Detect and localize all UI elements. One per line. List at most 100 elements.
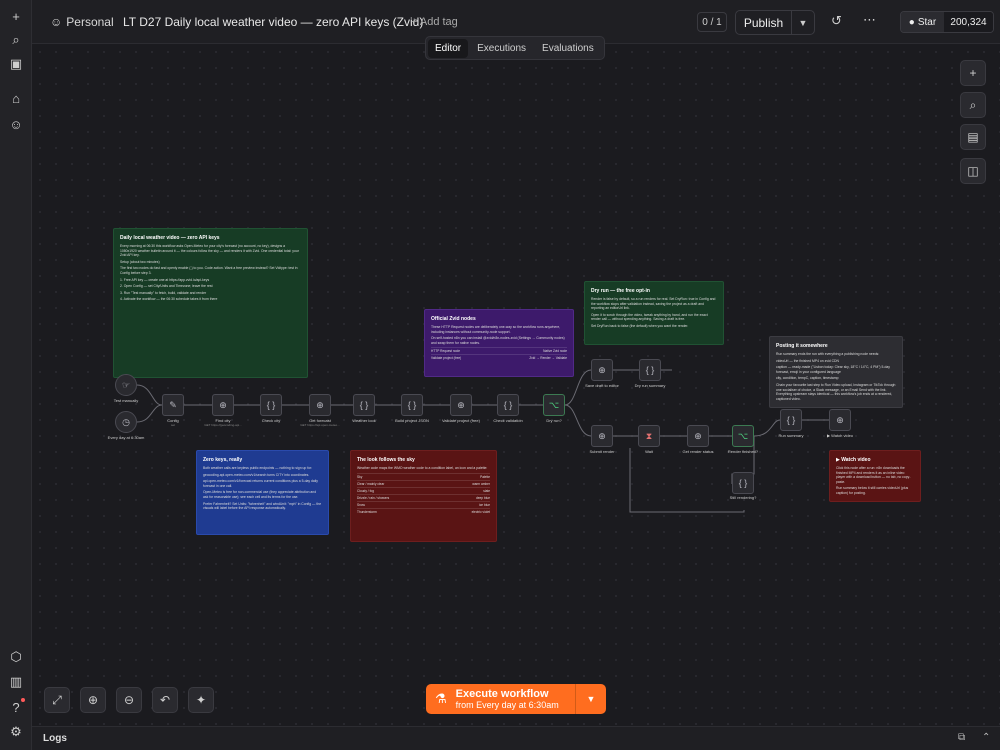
node-get-render-status[interactable]: ⊕ — [687, 425, 709, 447]
user-icon: ☺ — [50, 15, 63, 29]
github-icon: ● — [908, 16, 915, 28]
sticky-look-follows-sky[interactable]: The look follows the sky Weather code ma… — [350, 450, 497, 542]
side-panel-icon[interactable]: ◫ — [960, 158, 986, 184]
search-icon[interactable]: ⌕ — [960, 92, 986, 118]
sticky-line: Click this node after a run: n8n downloa… — [836, 466, 911, 484]
node-check-city[interactable]: { } — [260, 394, 282, 416]
sticky-main-overview[interactable]: Daily local weather video — zero API key… — [113, 228, 308, 378]
table-row: Cloudy / fog slate — [357, 486, 490, 493]
globe-icon: ⊕ — [836, 414, 844, 425]
node-run-summary[interactable]: { } — [780, 409, 802, 431]
sticky-watch-video[interactable]: ▶ Watch video Click this node after a ru… — [829, 450, 921, 502]
add-tag-button[interactable]: + Add tag — [411, 16, 458, 28]
search-icon[interactable]: ⌕ — [6, 30, 26, 50]
sticky-line: 2. Open Config — set City/Units and Time… — [120, 284, 213, 289]
sticky-zero-keys[interactable]: Zero keys, really Both weather calls are… — [196, 450, 329, 535]
table-row: Drizzle / rain / showers deep blue — [357, 493, 490, 500]
project-breadcrumb[interactable]: ☺ Personal — [50, 15, 114, 29]
sticky-title: Zero keys, really — [203, 457, 243, 463]
node-sublabel: GET https://geocoding-api... — [204, 423, 242, 427]
node-test-manually[interactable]: ☞ — [115, 374, 137, 396]
project-name: Personal — [66, 15, 114, 29]
node-find-city[interactable]: ⊕ — [212, 394, 234, 416]
chevron-down-icon[interactable]: ▼ — [576, 684, 606, 714]
sticky-line: Both weather calls are keyless public en… — [203, 466, 313, 470]
home-icon[interactable]: ⌂ — [6, 88, 26, 108]
code-icon: { } — [266, 400, 276, 410]
execute-workflow-button[interactable]: ⚗ Execute workflow from Every day at 6:3… — [426, 684, 606, 714]
node-dry-run-if[interactable]: ⌥ — [543, 394, 565, 416]
node-submit-render[interactable]: ⊕ — [591, 425, 613, 447]
sticky-official-zvid-nodes[interactable]: Official Zvid nodes These HTTP Request n… — [424, 309, 574, 377]
history-icon[interactable]: ↺ — [831, 13, 842, 29]
sticky-posting[interactable]: Posting it somewhere Run summary ends th… — [769, 336, 903, 408]
logs-panel-bar[interactable]: Logs ⧉ ⌃ — [32, 726, 1000, 750]
node-save-draft[interactable]: ⊕ — [591, 359, 613, 381]
node-get-forecast[interactable]: ⊕ — [309, 394, 331, 416]
node-build-project-json[interactable]: { } — [401, 394, 423, 416]
tab-evaluations[interactable]: Evaluations — [535, 39, 601, 58]
sticky-line: Setup (about two minutes) — [120, 259, 160, 264]
sticky-line: videoUrl — the finished MP4 on zvid CDN — [776, 358, 839, 363]
sticky-note-icon[interactable]: ▤ — [960, 124, 986, 150]
insights-icon[interactable]: ▥ — [6, 672, 26, 692]
publish-button[interactable]: Publish — [736, 11, 792, 34]
sticky-line: 4. Activate the workflow — the 06:30 sch… — [120, 297, 218, 302]
node-validate-project[interactable]: ⊕ — [450, 394, 472, 416]
branch-icon: ⌥ — [737, 430, 749, 441]
sticky-line: On self-hosted n8n you can install @zvid… — [431, 336, 565, 345]
node-sublabel: GET https://api.open-meteo... — [300, 423, 340, 427]
templates-icon[interactable]: ⬡ — [6, 647, 26, 667]
globe-icon: ⊕ — [598, 364, 606, 375]
user-icon[interactable]: ☺ — [6, 114, 26, 134]
sticky-title: Daily local weather video — zero API key… — [120, 235, 220, 241]
node-check-validation[interactable]: { } — [497, 394, 519, 416]
github-star-button[interactable]: ● Star 200,324 — [900, 11, 994, 33]
node-label: Render finished? — [727, 449, 759, 454]
sticky-title: ▶ Watch video — [836, 457, 871, 463]
fit-view-icon[interactable]: ⤢ — [44, 687, 70, 713]
sticky-line: The first two nodes do fast and openly e… — [120, 266, 298, 275]
node-wait[interactable]: ⧗ — [638, 425, 660, 447]
tab-editor[interactable]: Editor — [428, 38, 469, 58]
hourglass-icon: ⧗ — [645, 430, 653, 441]
chevron-up-icon[interactable]: ⌃ — [982, 732, 990, 743]
workflow-canvas[interactable]: Daily local weather video — zero API key… — [32, 44, 1000, 726]
left-sidebar: + ⌕ ▣ ⌂ ☺ ⬡ ▥ ? ⚙ — [0, 0, 32, 750]
panel-toggle-icon[interactable]: ▣ — [6, 54, 26, 74]
execute-label: Execute workflow — [455, 687, 549, 700]
more-options-icon[interactable]: ⋯ — [863, 12, 876, 28]
node-dry-run-summary[interactable]: { } — [639, 359, 661, 381]
tab-executions[interactable]: Executions — [470, 39, 533, 58]
sticky-title: Dry run — the free opt-in — [591, 288, 650, 294]
node-every-day[interactable]: ◷ — [115, 411, 137, 433]
cleanup-icon[interactable]: ✦ — [188, 687, 214, 713]
node-still-rendering[interactable]: { } — [732, 472, 754, 494]
workflow-title[interactable]: LT D27 Daily local weather video — zero … — [123, 15, 423, 29]
notification-dot — [21, 698, 25, 702]
active-counter: 0 / 1 — [697, 12, 727, 32]
node-watch-video[interactable]: ⊕ — [829, 409, 851, 431]
help-icon[interactable]: ? — [6, 697, 26, 717]
table-row: Thunderstorm electric violet — [357, 507, 490, 514]
sticky-line: api.open-meteo.com/v1/forecast returns c… — [203, 479, 318, 488]
node-config[interactable]: ✎ — [162, 394, 184, 416]
chevron-down-icon[interactable]: ▼ — [792, 11, 814, 34]
node-weather-look[interactable]: { } — [353, 394, 375, 416]
settings-icon[interactable]: ⚙ — [6, 722, 26, 742]
popout-icon[interactable]: ⧉ — [958, 732, 965, 743]
add-node-icon[interactable]: + — [960, 60, 986, 86]
view-tabs: Editor Executions Evaluations — [425, 36, 605, 60]
globe-icon: ⊕ — [316, 399, 324, 410]
code-icon: { } — [407, 400, 417, 410]
sticky-dry-run[interactable]: Dry run — the free opt-in Render is fals… — [584, 281, 724, 345]
node-render-finished-if[interactable]: ⌥ — [732, 425, 754, 447]
sticky-title: Official Zvid nodes — [431, 316, 476, 322]
zoom-out-icon[interactable]: ⊖ — [116, 687, 142, 713]
sticky-line: Every morning at 06:30 this workflow ask… — [120, 244, 299, 258]
node-label: Dry run summary — [634, 383, 666, 388]
code-icon: { } — [359, 400, 369, 410]
undo-icon[interactable]: ↶ — [152, 687, 178, 713]
zoom-in-icon[interactable]: ⊕ — [80, 687, 106, 713]
add-icon[interactable]: + — [6, 6, 26, 26]
